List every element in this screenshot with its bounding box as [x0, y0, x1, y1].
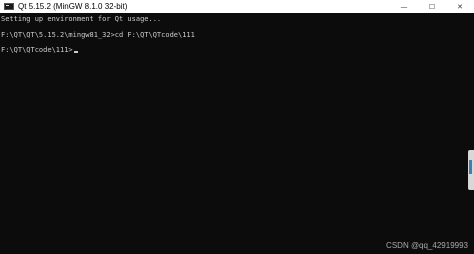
minimize-button[interactable]: — [390, 0, 418, 13]
console-line: F:\QT\QT\5.15.2\mingw81_32>cd F:\QT\QTco… [1, 31, 195, 39]
console-line: Setting up environment for Qt usage... [1, 15, 162, 23]
console-output[interactable]: Setting up environment for Qt usage... F… [0, 13, 466, 254]
window-controls: — ☐ ✕ [390, 0, 474, 13]
console-prompt-line: F:\QT\QTcode\111> [1, 46, 78, 55]
scrollbar-thumb[interactable] [468, 150, 474, 190]
maximize-button[interactable]: ☐ [418, 0, 446, 13]
vertical-scrollbar[interactable] [466, 13, 474, 254]
title-bar[interactable]: Qt 5.15.2 (MinGW 8.1.0 32-bit) — ☐ ✕ [0, 0, 474, 13]
console-icon [4, 3, 14, 10]
text-cursor [73, 51, 78, 53]
watermark: CSDN @qq_42919993 [386, 241, 468, 250]
console-prompt: F:\QT\QTcode\111> [1, 46, 73, 54]
window-title: Qt 5.15.2 (MinGW 8.1.0 32-bit) [18, 2, 128, 11]
close-button[interactable]: ✕ [446, 0, 474, 13]
console-window: Qt 5.15.2 (MinGW 8.1.0 32-bit) — ☐ ✕ Set… [0, 0, 474, 254]
